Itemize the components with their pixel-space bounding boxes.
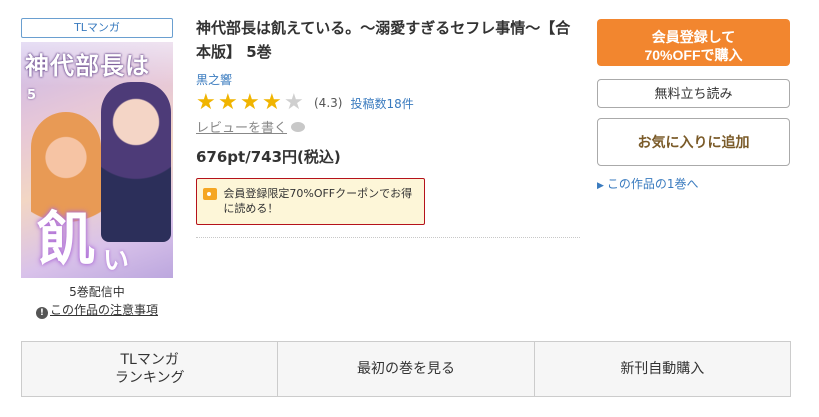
coupon-banner[interactable]: 会員登録限定70%OFFクーポンでお得に読める！ bbox=[196, 178, 425, 225]
register-button-line2: 70%OFFで購入 bbox=[644, 46, 743, 63]
write-review-link[interactable]: レビューを書く bbox=[196, 117, 306, 136]
rating-row: ★ ★ ★ ★ ★ (4.3) 投稿数18件 bbox=[196, 92, 580, 114]
first-volume-label: この作品の1巻へ bbox=[606, 177, 699, 191]
tab-auto-purchase[interactable]: 新刊自動購入 bbox=[534, 342, 790, 396]
divider bbox=[196, 237, 580, 238]
register-purchase-button[interactable]: 会員登録して 70%OFFで購入 bbox=[597, 19, 790, 66]
book-info: 神代部長は飢えている。～溺愛すぎるセフレ事情～【合本版】 5巻 黒之響 ★ ★ … bbox=[196, 16, 580, 238]
register-button-line1: 会員登録して bbox=[651, 28, 736, 45]
coupon-ticket-icon bbox=[203, 188, 218, 200]
write-review-label: レビューを書く bbox=[196, 121, 288, 136]
info-icon: ! bbox=[35, 307, 48, 319]
tab-label: 最初の巻を見る bbox=[356, 361, 455, 377]
add-favorite-button[interactable]: お気に入りに追加 bbox=[597, 118, 790, 166]
cover-sub-characters: いる。 bbox=[103, 246, 130, 276]
delivery-status: 5巻配信中 bbox=[69, 285, 125, 299]
cover-big-character: 飢 bbox=[37, 205, 96, 273]
cover-title-text: 神代部長は bbox=[25, 51, 150, 80]
book-title: 神代部長は飢えている。～溺愛すぎるセフレ事情～【合本版】 5巻 bbox=[196, 19, 571, 61]
cover-hero-figure bbox=[101, 82, 171, 242]
price: 676pt/743円(税込) bbox=[196, 148, 341, 166]
star-icon: ★ bbox=[218, 90, 238, 115]
bottom-tabs: TLマンガ ランキング 最初の巻を見る 新刊自動購入 bbox=[21, 341, 791, 397]
rating-score: (4.3) bbox=[314, 96, 343, 110]
tab-tl-ranking[interactable]: TLマンガ ランキング bbox=[22, 342, 279, 396]
tab-label: 新刊自動購入 bbox=[620, 361, 705, 377]
tab-label-line1: TLマンガ bbox=[120, 352, 179, 368]
star-rating: ★ ★ ★ ★ ★ bbox=[196, 92, 306, 114]
star-icon: ★ bbox=[196, 90, 216, 115]
author-link[interactable]: 黒之響 bbox=[196, 71, 580, 88]
notice-link[interactable]: ! この作品の注意事項 bbox=[21, 301, 173, 319]
cover-volume-number: 5 bbox=[27, 88, 37, 103]
star-icon: ★ bbox=[240, 90, 260, 115]
star-empty-icon: ★ bbox=[284, 90, 304, 115]
star-icon: ★ bbox=[262, 90, 282, 115]
triangle-right-icon: ▶ bbox=[597, 181, 604, 191]
coupon-text: 会員登録限定70%OFFクーポンでお得に読める！ bbox=[223, 187, 413, 215]
first-volume-link[interactable]: ▶ この作品の1巻へ bbox=[597, 175, 790, 192]
book-cover-image[interactable]: 神代部長は 5 飢 いる。 bbox=[21, 42, 173, 278]
free-trial-button[interactable]: 無料立ち読み bbox=[597, 79, 790, 108]
action-column: 会員登録して 70%OFFで購入 無料立ち読み お気に入りに追加 ▶ この作品の1… bbox=[597, 19, 790, 192]
review-count-link[interactable]: 投稿数18件 bbox=[350, 95, 413, 112]
tab-label-line2: ランキング bbox=[114, 370, 185, 386]
left-column: TLマンガ 神代部長は 5 飢 いる。 5巻配信中 !この作品の注意事項 bbox=[21, 18, 173, 319]
genre-tag[interactable]: TLマンガ bbox=[21, 18, 173, 38]
notice-link-label: この作品の注意事項 bbox=[49, 303, 158, 317]
tab-first-volume[interactable]: 最初の巻を見る bbox=[278, 342, 535, 396]
speech-bubble-icon bbox=[291, 121, 306, 132]
